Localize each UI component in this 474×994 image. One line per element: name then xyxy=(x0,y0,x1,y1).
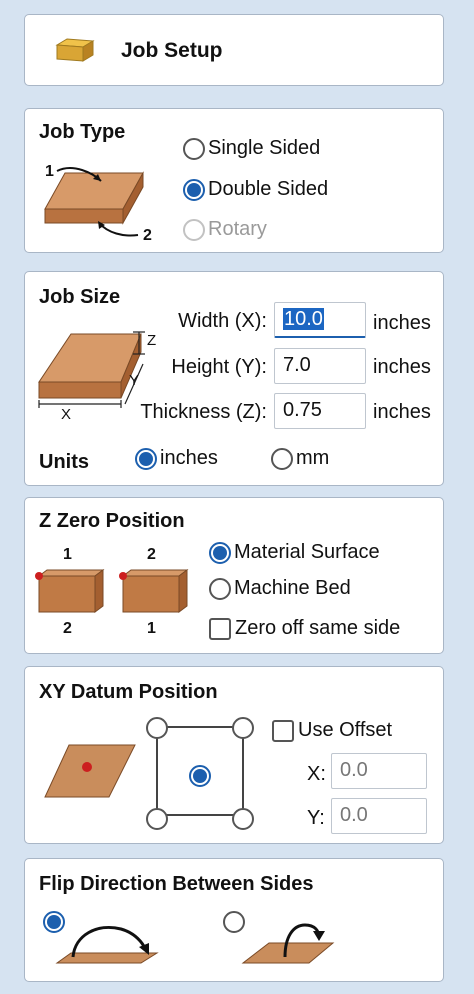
checkbox-box[interactable] xyxy=(272,719,294,742)
flip-horizontal-icon xyxy=(55,926,159,964)
datum-radio-center[interactable] xyxy=(189,765,211,787)
height-input[interactable]: 7.0 xyxy=(274,348,366,384)
radio-circle[interactable] xyxy=(209,541,231,564)
block-right-bottom-label: 1 xyxy=(147,620,156,637)
radio-label: Rotary xyxy=(208,218,267,240)
flip-panel: Flip Direction Between Sides xyxy=(24,858,444,982)
job-size-title: Job Size xyxy=(39,286,121,308)
block-left-bottom-label: 2 xyxy=(63,620,72,637)
z-zero-block-right xyxy=(119,569,189,613)
radio-label: Single Sided xyxy=(208,137,321,159)
xy-datum-title: XY Datum Position xyxy=(39,681,218,703)
radio-label: Double Sided xyxy=(208,178,329,200)
radio-circle[interactable] xyxy=(183,218,205,241)
checkbox-label: Zero off same side xyxy=(235,617,401,639)
radio-circle[interactable] xyxy=(183,137,205,160)
datum-radio-top-right[interactable] xyxy=(232,717,254,739)
radio-circle[interactable] xyxy=(271,447,293,470)
radio-units-inches[interactable]: inches xyxy=(135,447,218,470)
offset-x-value: 0.0 xyxy=(340,759,368,781)
width-input[interactable]: 10.0 xyxy=(274,302,366,338)
units-label: Units xyxy=(39,451,89,473)
width-unit: inches xyxy=(373,312,431,334)
block-left-top-label: 1 xyxy=(63,546,72,563)
radio-rotary[interactable]: Rotary xyxy=(183,218,267,241)
radio-double-sided[interactable]: Double Sided xyxy=(183,178,328,201)
diagram-label-x: X xyxy=(61,406,72,423)
diagram-label-z: Z xyxy=(147,332,157,349)
radio-units-mm[interactable]: mm xyxy=(271,447,329,470)
radio-material-surface[interactable]: Material Surface xyxy=(209,541,380,564)
diagram-label-side1: 1 xyxy=(45,163,54,180)
radio-circle[interactable] xyxy=(135,447,157,470)
offset-x-input[interactable]: 0.0 xyxy=(331,753,427,789)
diagram-label-side2: 2 xyxy=(143,227,152,244)
radio-label: Material Surface xyxy=(234,541,380,563)
xy-datum-panel: XY Datum Position Use Offset X: 0.0 Y: 0… xyxy=(24,666,444,844)
double-sided-diagram xyxy=(44,167,144,237)
zero-off-same-side-checkbox[interactable]: Zero off same side xyxy=(209,617,400,640)
radio-machine-bed[interactable]: Machine Bed xyxy=(209,577,351,600)
checkbox-label: Use Offset xyxy=(298,719,393,741)
datum-radio-bottom-right[interactable] xyxy=(232,808,254,830)
datum-marker-dot xyxy=(82,762,92,772)
radio-label: mm xyxy=(296,447,330,469)
material-block-icon xyxy=(55,38,95,62)
height-value: 7.0 xyxy=(283,354,311,376)
thickness-value: 0.75 xyxy=(283,399,322,421)
thickness-label: Thickness (Z): xyxy=(140,401,267,423)
height-unit: inches xyxy=(373,356,431,378)
job-type-title: Job Type xyxy=(39,121,126,143)
radio-single-sided[interactable]: Single Sided xyxy=(183,137,320,160)
radio-label: Machine Bed xyxy=(234,577,351,599)
datum-material-icon xyxy=(44,744,136,798)
flip-title: Flip Direction Between Sides xyxy=(39,873,314,895)
page-title: Job Setup xyxy=(121,39,223,62)
radio-circle[interactable] xyxy=(209,577,231,600)
height-label: Height (Y): xyxy=(171,356,267,378)
offset-y-label: Y: xyxy=(307,807,325,829)
use-offset-checkbox[interactable]: Use Offset xyxy=(272,719,392,742)
job-type-panel: Job Type 1 2 Single Sided Double Sided R… xyxy=(24,108,444,253)
thickness-unit: inches xyxy=(373,401,431,423)
datum-radio-bottom-left[interactable] xyxy=(146,808,168,830)
offset-y-value: 0.0 xyxy=(340,804,368,826)
offset-x-label: X: xyxy=(307,763,326,785)
width-value: 10.0 xyxy=(283,308,324,330)
flip-vertical-icon xyxy=(241,923,335,964)
width-label: Width (X): xyxy=(178,310,267,332)
block-right-top-label: 2 xyxy=(147,546,156,563)
z-zero-block-left xyxy=(35,569,105,613)
zero-marker-dot xyxy=(119,572,127,580)
z-zero-panel: Z Zero Position 1 2 2 1 Material Surface… xyxy=(24,497,444,654)
thickness-input[interactable]: 0.75 xyxy=(274,393,366,429)
offset-y-input[interactable]: 0.0 xyxy=(331,798,427,834)
radio-circle[interactable] xyxy=(183,178,205,201)
header-panel: Job Setup xyxy=(24,14,444,86)
z-zero-title: Z Zero Position xyxy=(39,510,185,532)
radio-label: inches xyxy=(160,447,218,469)
zero-marker-dot xyxy=(35,572,43,580)
checkbox-box[interactable] xyxy=(209,617,231,640)
datum-radio-top-left[interactable] xyxy=(146,717,168,739)
job-size-panel: Job Size Z Y X Width (X): 10.0 inches He… xyxy=(24,271,444,486)
